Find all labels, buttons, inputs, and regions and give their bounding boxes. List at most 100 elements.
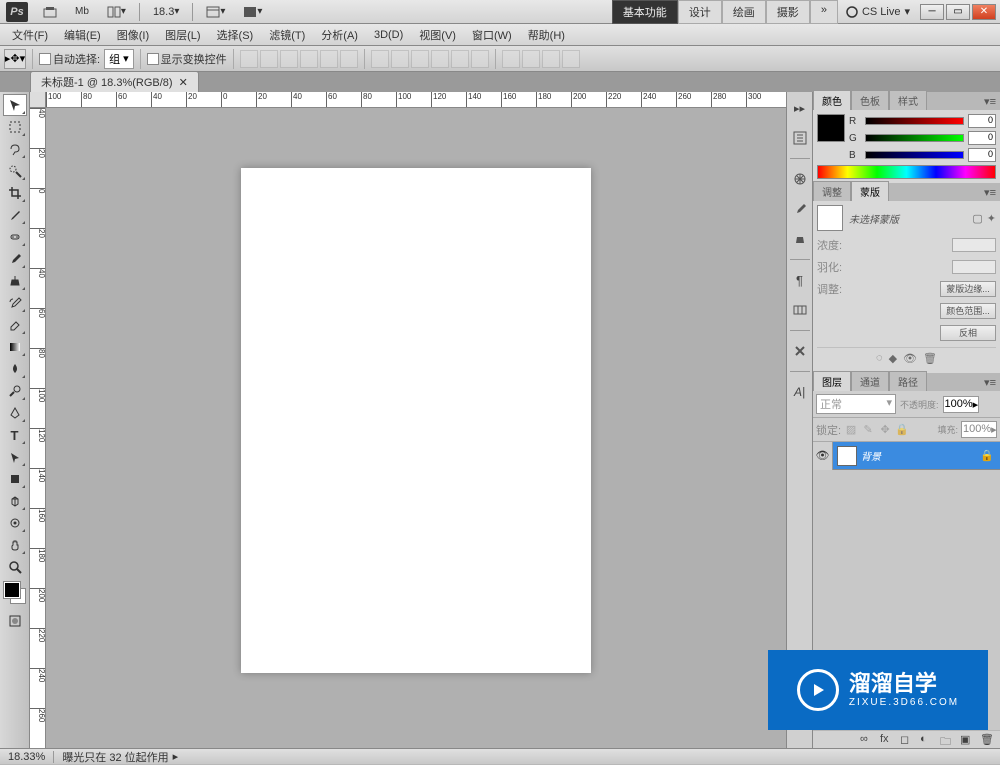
mask-thumbnail[interactable] [817, 205, 843, 231]
r-slider[interactable] [865, 117, 964, 125]
b-slider[interactable] [865, 151, 964, 159]
layer-name-label[interactable]: 背景 [861, 448, 881, 463]
delete-layer-icon[interactable]: 🗑 [980, 733, 994, 747]
load-selection-icon[interactable]: ◌ [876, 352, 883, 365]
workspace-tab-essentials[interactable]: 基本功能 [612, 0, 678, 24]
disable-mask-icon[interactable]: 👁 [903, 352, 917, 365]
blend-mode-dropdown[interactable]: 正常▾ [816, 394, 896, 414]
auto-select-target-dropdown[interactable]: 组 ▾ [104, 49, 134, 69]
menu-layer[interactable]: 图层(L) [157, 25, 208, 45]
healing-brush-tool[interactable] [3, 226, 27, 248]
dodge-tool[interactable] [3, 380, 27, 402]
paragraph-panel-icon[interactable]: ¶ [790, 270, 810, 290]
shape-tool[interactable] [3, 468, 27, 490]
bridge-icon[interactable] [36, 3, 64, 21]
tab-styles[interactable]: 样式 [889, 90, 927, 110]
tab-color[interactable]: 颜色 [813, 90, 851, 110]
eyedropper-tool[interactable] [3, 204, 27, 226]
g-slider[interactable] [865, 134, 964, 142]
marquee-tool[interactable] [3, 116, 27, 138]
move-tool-preset[interactable]: ▸✥ ▾ [4, 49, 26, 69]
path-selection-tool[interactable] [3, 446, 27, 468]
g-value-input[interactable]: 0 [968, 131, 996, 145]
pen-tool[interactable] [3, 402, 27, 424]
horizontal-ruler[interactable]: 1008060402002040608010012014016018020022… [46, 92, 786, 108]
ruler-origin[interactable] [30, 92, 46, 108]
arrange-icon[interactable] [502, 50, 520, 68]
menu-view[interactable]: 视图(V) [411, 25, 464, 45]
crop-tool[interactable] [3, 182, 27, 204]
fill-input[interactable]: 100%▸ [961, 421, 997, 438]
history-panel-icon[interactable] [790, 128, 810, 148]
add-vector-mask-icon[interactable]: ✦ [987, 212, 996, 225]
close-button[interactable]: ✕ [972, 4, 996, 20]
status-info[interactable]: 曝光只在 32 位起作用▸ [54, 749, 186, 765]
distribute-top-icon[interactable] [371, 50, 389, 68]
link-layers-icon[interactable]: ∞ [860, 733, 874, 747]
menu-3d[interactable]: 3D(D) [366, 27, 411, 43]
align-left-icon[interactable] [300, 50, 318, 68]
new-layer-icon[interactable]: ▣ [960, 733, 974, 747]
maximize-button[interactable]: ▭ [946, 4, 970, 20]
mask-edge-button[interactable]: 蒙版边缘... [940, 281, 996, 297]
workspace-tab-design[interactable]: 设计 [678, 0, 722, 24]
layer-thumbnail[interactable] [837, 446, 857, 466]
arrange-icon[interactable] [522, 50, 540, 68]
layer-row-background[interactable]: 👁 背景 🔒 [813, 442, 1000, 470]
align-vcenter-icon[interactable] [260, 50, 278, 68]
3d-camera-tool[interactable] [3, 512, 27, 534]
new-adjustment-layer-icon[interactable]: ◐ [920, 733, 934, 747]
workspace-more[interactable]: » [810, 0, 838, 24]
opacity-input[interactable]: 100%▸ [943, 396, 979, 413]
blur-tool[interactable] [3, 358, 27, 380]
layer-fx-icon[interactable]: fx [880, 733, 894, 747]
lock-position-icon[interactable]: ✥ [878, 423, 892, 437]
menu-select[interactable]: 选择(S) [209, 25, 262, 45]
feather-input[interactable] [952, 260, 996, 274]
color-panel-swatch[interactable] [817, 114, 845, 142]
delete-mask-icon[interactable]: 🗑 [923, 352, 937, 365]
hand-tool[interactable] [3, 534, 27, 556]
b-value-input[interactable]: 0 [968, 148, 996, 162]
apply-mask-icon[interactable]: ◆ [889, 352, 897, 365]
menu-window[interactable]: 窗口(W) [464, 25, 520, 45]
new-group-icon[interactable]: 🗀 [940, 733, 954, 747]
lock-all-icon[interactable]: 🔒 [895, 423, 909, 437]
history-brush-tool[interactable] [3, 292, 27, 314]
screen-mode-icon[interactable]: ▾ [236, 3, 269, 21]
status-zoom-value[interactable]: 18.33% [0, 751, 54, 763]
lock-pixels-icon[interactable]: ✎ [861, 423, 875, 437]
panel-menu-icon[interactable]: ▾≡ [980, 93, 1000, 110]
clone-source-panel-icon[interactable] [790, 229, 810, 249]
show-transform-checkbox[interactable]: 显示变换控件 [147, 51, 227, 67]
view-arrange-icon[interactable]: ▾ [100, 3, 133, 21]
foreground-color-swatch[interactable] [4, 582, 20, 598]
clone-stamp-tool[interactable] [3, 270, 27, 292]
vertical-ruler[interactable]: 4020020406080100120140160180200220240260 [30, 108, 46, 748]
quick-select-tool[interactable] [3, 160, 27, 182]
align-hcenter-icon[interactable] [320, 50, 338, 68]
add-mask-icon[interactable]: ◻ [900, 733, 914, 747]
panel-menu-icon[interactable]: ▾≡ [980, 184, 1000, 201]
brushes-panel-icon[interactable] [790, 199, 810, 219]
align-bottom-icon[interactable] [280, 50, 298, 68]
tool-presets-panel-icon[interactable] [790, 341, 810, 361]
swatches-panel-icon[interactable] [790, 300, 810, 320]
lock-transparency-icon[interactable]: ▨ [844, 423, 858, 437]
move-tool[interactable] [3, 94, 27, 116]
arrange-icon[interactable] [542, 50, 560, 68]
tab-swatches[interactable]: 色板 [851, 90, 889, 110]
tab-close-icon[interactable]: ✕ [179, 76, 188, 89]
menu-help[interactable]: 帮助(H) [520, 25, 573, 45]
invert-button[interactable]: 反相 [940, 325, 996, 341]
align-right-icon[interactable] [340, 50, 358, 68]
tab-paths[interactable]: 路径 [889, 371, 927, 391]
distribute-bottom-icon[interactable] [411, 50, 429, 68]
menu-edit[interactable]: 编辑(E) [56, 25, 109, 45]
tab-channels[interactable]: 通道 [851, 371, 889, 391]
distribute-vcenter-icon[interactable] [391, 50, 409, 68]
character-panel-icon[interactable]: A| [790, 382, 810, 402]
brush-presets-panel-icon[interactable] [790, 169, 810, 189]
quick-mask-toggle[interactable] [3, 610, 27, 632]
menu-filter[interactable]: 滤镜(T) [261, 25, 313, 45]
